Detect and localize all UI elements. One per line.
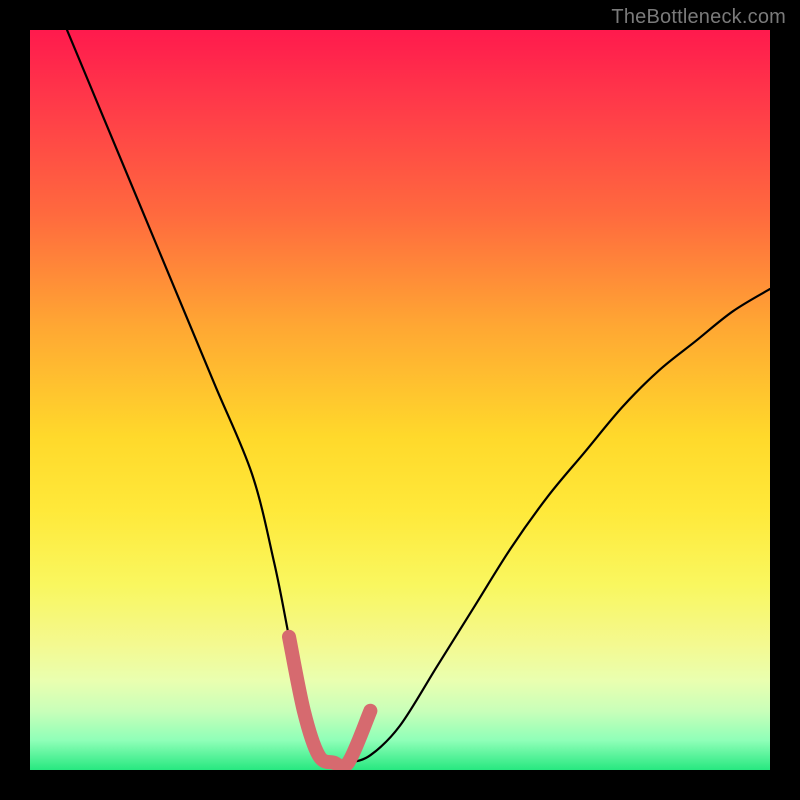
watermark-text: TheBottleneck.com — [611, 6, 786, 29]
bottleneck-curve-path — [67, 30, 770, 764]
highlight-flat-bottom — [289, 637, 370, 767]
plot-area — [30, 30, 770, 770]
curve-svg — [30, 30, 770, 770]
chart-frame: TheBottleneck.com — [0, 0, 800, 800]
